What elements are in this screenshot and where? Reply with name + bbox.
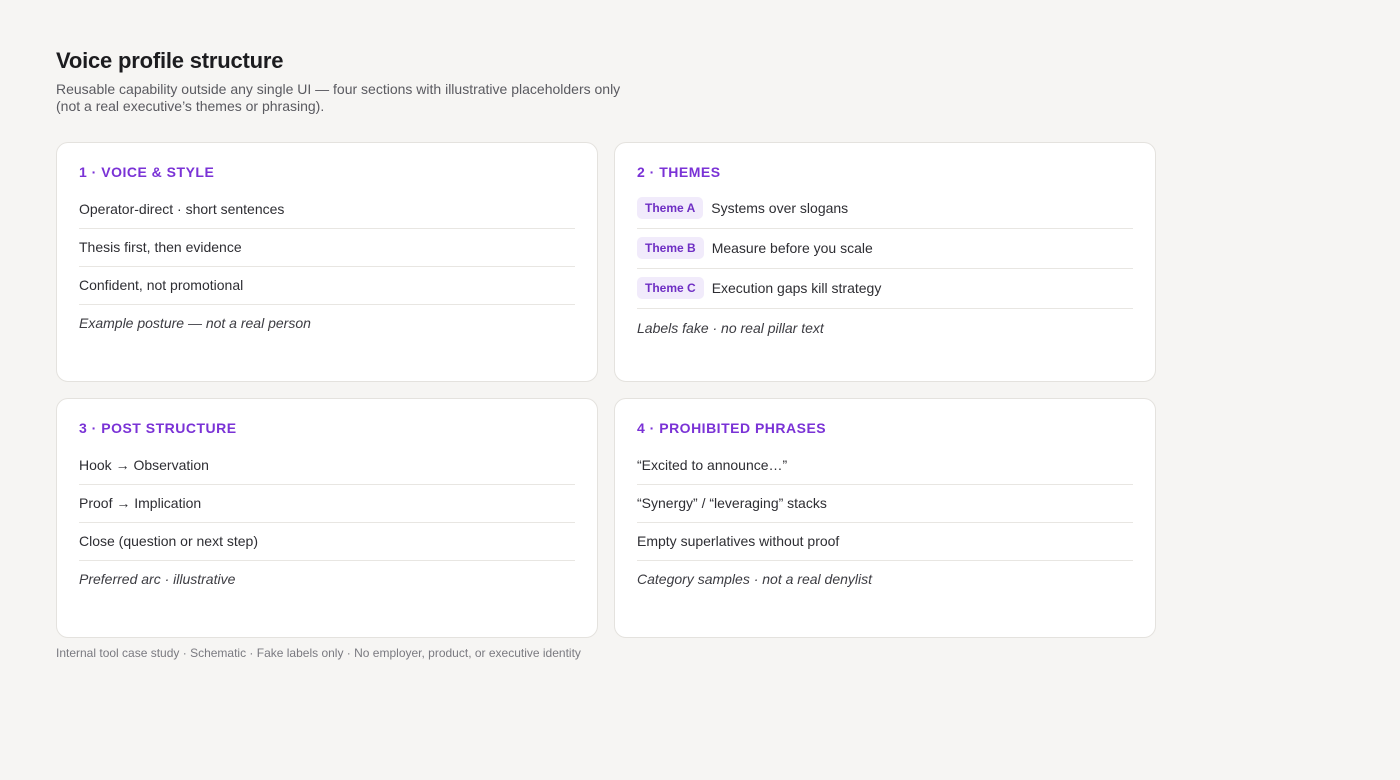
card-heading: 4 · PROHIBITED PHRASES [637,420,827,436]
theme-text: Execution gaps kill strategy [711,280,882,296]
list-item: Hook → Observation [79,447,575,485]
themes-list: Theme A Systems over slogans Theme B Mea… [637,189,1133,337]
voice-style-card: 1 · VOICE & STYLE Operator-direct · shor… [56,142,598,382]
theme-row: Theme C Execution gaps kill strategy [637,269,1133,309]
theme-text: Systems over slogans [711,200,849,216]
sections-grid: 1 · VOICE & STYLE Operator-direct · shor… [56,142,1156,638]
themes-card: 2 · THEMES Theme A Systems over slogans … [614,142,1156,382]
list-item: “Synergy” / “leveraging” stacks [637,485,1133,523]
list-item: Proof → Implication [79,485,575,523]
card-note: Example posture — not a real person [79,315,311,331]
page-title: Voice profile structure [56,48,284,73]
card-note: Category samples · not a real denylist [637,571,872,587]
list-item: Empty superlatives without proof [637,523,1133,561]
theme-row: Theme A Systems over slogans [637,189,1133,229]
theme-row: Theme B Measure before you scale [637,229,1133,269]
card-heading: 2 · THEMES [637,164,721,180]
page-subtitle: Reusable capability outside any single U… [56,81,621,114]
card-heading: 3 · POST STRUCTURE [79,420,237,436]
post-structure-card: 3 · POST STRUCTURE Hook → Observation Pr… [56,398,598,638]
theme-badge: Theme C [637,277,704,299]
theme-badge: Theme B [637,237,704,259]
theme-text: Measure before you scale [711,240,873,256]
theme-badge: Theme A [637,197,704,219]
list-item: Operator-direct · short sentences [79,191,575,229]
card-note: Preferred arc · illustrative [79,571,236,587]
list-item: Thesis first, then evidence [79,229,575,267]
page: Voice profile structure Reusable capabil… [56,48,1156,660]
list-item: Close (question or next step) [79,523,575,561]
list-item: Confident, not promotional [79,267,575,305]
footer-note: Internal tool case study · Schematic · F… [56,646,581,660]
post-structure-list: Hook → Observation Proof → Implication C… [79,447,575,598]
prohibited-phrases-card: 4 · PROHIBITED PHRASES “Excited to annou… [614,398,1156,638]
card-note: Labels fake · no real pillar text [637,320,824,336]
card-heading: 1 · VOICE & STYLE [79,164,215,180]
prohibited-phrases-list: “Excited to announce…” “Synergy” / “leve… [637,447,1133,598]
voice-style-list: Operator-direct · short sentences Thesis… [79,191,575,342]
list-item: “Excited to announce…” [637,447,1133,485]
